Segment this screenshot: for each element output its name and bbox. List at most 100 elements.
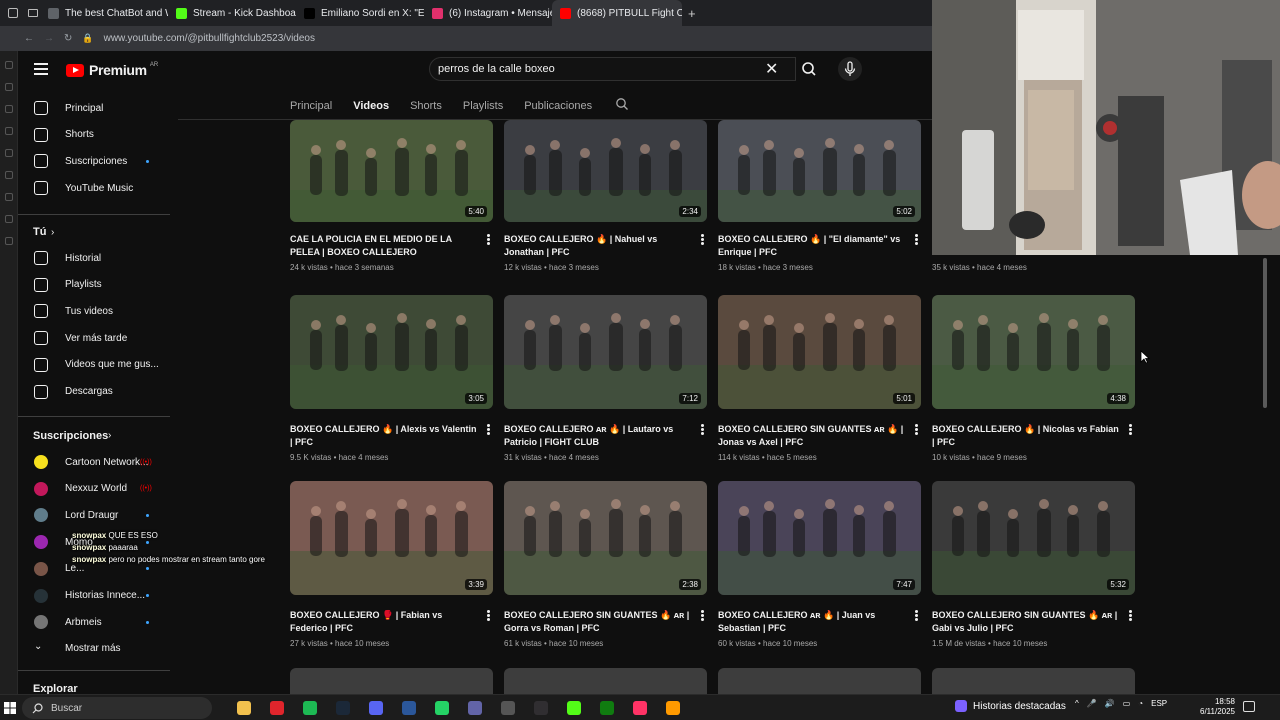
url-field[interactable]: www.youtube.com/@pitbullfightclub2523/vi… [104, 33, 315, 44]
steam-icon[interactable] [336, 701, 350, 715]
taskbar-clock[interactable]: 18:58 6/11/2025 [1200, 697, 1235, 717]
clear-search-icon[interactable]: ✕ [765, 59, 778, 79]
video-thumbnail[interactable]: 5:32 [932, 481, 1135, 595]
strip-icon[interactable] [5, 61, 13, 69]
search-input[interactable]: perros de la calle boxeo [429, 57, 796, 81]
spotify-icon[interactable] [303, 701, 317, 715]
subscription-item[interactable]: Cartoon Network... ((•)) [18, 449, 172, 475]
xbox-icon[interactable] [600, 701, 614, 715]
video-thumbnail[interactable]: 5:01 [718, 295, 921, 409]
more-actions-icon[interactable] [487, 234, 490, 245]
sidebar-item[interactable]: Videos que me gus... [18, 352, 172, 378]
taskbar-search[interactable]: Buscar [22, 697, 212, 719]
back-icon[interactable]: ← [24, 33, 34, 44]
more-actions-icon[interactable] [487, 610, 490, 621]
app-icon[interactable] [501, 701, 515, 715]
subscription-item[interactable]: Historias Innece... [18, 583, 172, 609]
strip-icon[interactable] [5, 215, 13, 223]
strip-icon[interactable] [5, 105, 13, 113]
video-thumbnail[interactable]: 3:05 [290, 295, 493, 409]
show-more-button[interactable]: ⌄ Mostrar más [18, 635, 172, 661]
browser-tab[interactable]: Emiliano Sordi en X: "Est [296, 0, 424, 26]
volume-icon[interactable]: 🔊 [1105, 699, 1115, 708]
sidebar-you-heading[interactable]: Tú [33, 226, 46, 238]
video-title[interactable]: BOXEO CALLEJERO ᴀʀ 🔥 | Juan vs Sebastian… [718, 609, 908, 635]
chevron-up-icon[interactable]: ^ [1075, 699, 1079, 708]
sidebar-item[interactable]: Playlists [18, 272, 172, 298]
video-title[interactable]: BOXEO CALLEJERO 🔥 | Nahuel vs Jonathan |… [504, 233, 694, 259]
video-thumbnail[interactable]: 5:02 [718, 120, 921, 222]
strip-icon[interactable] [5, 171, 13, 179]
browser-tab[interactable]: (8668) PITBULL Fight Clu [552, 0, 682, 26]
channel-tab[interactable]: Principal [290, 100, 332, 112]
video-thumbnail[interactable]: 3:39 [290, 481, 493, 595]
video-thumbnail[interactable]: 2:34 [504, 120, 707, 222]
sidebar-item[interactable]: Shorts [18, 122, 172, 148]
sidebar-item[interactable]: Tus videos [18, 298, 172, 324]
new-tab-button[interactable]: + [682, 6, 696, 21]
video-title[interactable]: BOXEO CALLEJERO ᴀʀ 🔥 | Lautaro vs Patric… [504, 423, 694, 449]
more-actions-icon[interactable] [915, 234, 918, 245]
obs-icon[interactable] [534, 701, 548, 715]
subscription-item[interactable]: Arbmeis [18, 609, 172, 635]
channel-tab[interactable]: Videos [353, 100, 389, 112]
whatsapp-icon[interactable] [435, 701, 449, 715]
video-title[interactable]: BOXEO CALLEJERO 🔥 | "El diamante" vs Enr… [718, 233, 908, 259]
video-thumbnail-partial[interactable] [290, 668, 493, 694]
strip-icon[interactable] [5, 193, 13, 201]
wifi-icon[interactable]: ◔ [1138, 699, 1143, 708]
windows-start-icon[interactable] [4, 702, 16, 714]
battery-icon[interactable]: ▭ [1123, 699, 1131, 708]
channel-tab[interactable]: Shorts [410, 100, 442, 112]
more-actions-icon[interactable] [1129, 610, 1132, 621]
kick-app-icon[interactable] [567, 701, 581, 715]
sidebar-item[interactable]: Principal [18, 95, 172, 121]
video-thumbnail-partial[interactable] [504, 668, 707, 694]
channel-tab[interactable]: Publicaciones [524, 100, 592, 112]
video-thumbnail[interactable]: 7:47 [718, 481, 921, 595]
sidebar-item[interactable]: YouTube Music [18, 175, 172, 201]
more-actions-icon[interactable] [701, 610, 704, 621]
video-thumbnail[interactable]: 5:40 [290, 120, 493, 222]
sidebar-item[interactable]: Ver más tarde [18, 325, 172, 351]
video-title[interactable]: BOXEO CALLEJERO 🔥 | Alexis vs Valentin |… [290, 423, 480, 449]
indesign-icon[interactable] [633, 701, 647, 715]
illustrator-icon[interactable] [666, 701, 680, 715]
strip-icon[interactable] [5, 127, 13, 135]
video-title[interactable]: BOXEO CALLEJERO SIN GUANTES 🔥 ᴀʀ | Gorra… [504, 609, 694, 635]
search-button[interactable] [796, 57, 822, 81]
opera-icon[interactable] [270, 701, 284, 715]
language-indicator[interactable]: ESP [1151, 699, 1167, 708]
more-actions-icon[interactable] [701, 234, 704, 245]
scrollbar-thumb[interactable] [1263, 258, 1267, 408]
sidebar-subs-heading[interactable]: Suscripciones [33, 430, 108, 442]
browser-tab[interactable]: (6) Instagram • Mensajes [424, 0, 552, 26]
forward-icon[interactable]: → [44, 33, 54, 44]
voice-search-button[interactable] [838, 57, 862, 81]
browser-tab[interactable]: Stream - Kick Dashboard [168, 0, 296, 26]
tab-actions-icon[interactable] [28, 9, 38, 17]
video-thumbnail[interactable]: 7:12 [504, 295, 707, 409]
subscription-item[interactable]: Lord Draugr [18, 502, 172, 528]
subscription-item[interactable]: Nexxuz World ((•)) [18, 476, 172, 502]
sidebar-item[interactable]: Suscripciones [18, 148, 172, 174]
discord-icon[interactable] [369, 701, 383, 715]
strip-icon[interactable] [5, 237, 13, 245]
more-actions-icon[interactable] [1129, 424, 1132, 435]
video-thumbnail[interactable]: 2:38 [504, 481, 707, 595]
more-actions-icon[interactable] [701, 424, 704, 435]
video-title[interactable]: BOXEO CALLEJERO 🥊 | Fabian vs Federico |… [290, 609, 480, 635]
more-actions-icon[interactable] [915, 424, 918, 435]
file-explorer-icon[interactable] [237, 701, 251, 715]
sidebar-item[interactable]: Descargas [18, 379, 172, 405]
mic-icon[interactable]: 🎤 [1087, 699, 1097, 708]
reload-icon[interactable]: ↻ [64, 33, 72, 44]
more-actions-icon[interactable] [915, 610, 918, 621]
video-title[interactable]: BOXEO CALLEJERO 🔥 | Nicolas vs Fabian | … [932, 423, 1122, 449]
sidebar-item[interactable]: Historial [18, 245, 172, 271]
sidebar-toggle-icon[interactable] [8, 8, 18, 18]
notifications-icon[interactable] [1243, 701, 1255, 712]
strip-icon[interactable] [5, 149, 13, 157]
video-thumbnail-partial[interactable] [718, 668, 921, 694]
video-thumbnail-partial[interactable] [932, 668, 1135, 694]
